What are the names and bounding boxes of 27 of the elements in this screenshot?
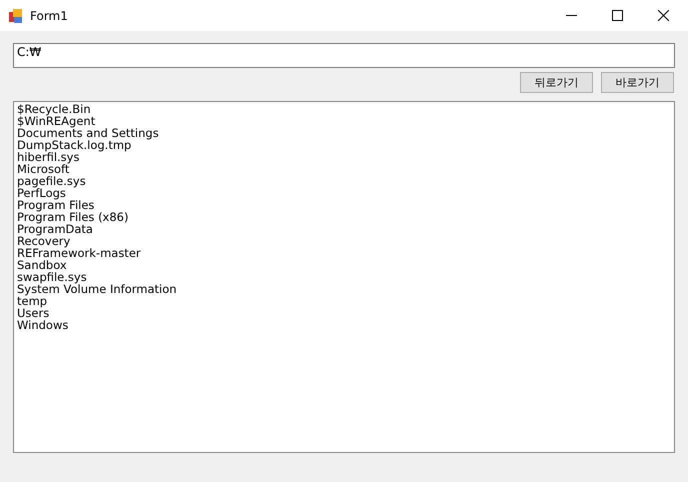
maximize-icon[interactable] <box>612 10 623 21</box>
window-title: Form1 <box>30 8 69 22</box>
path-field[interactable]: C:₩ <box>13 43 675 68</box>
list-item[interactable]: hiberfil.sys <box>17 151 80 163</box>
list-item[interactable]: Recovery <box>17 235 70 247</box>
list-item[interactable]: REFramework-master <box>17 247 141 259</box>
app-icon <box>9 8 23 22</box>
list-item[interactable]: DumpStack.log.tmp <box>17 139 132 151</box>
list-item[interactable]: temp <box>17 295 48 307</box>
list-item[interactable]: Documents and Settings <box>17 127 159 139</box>
list-item[interactable]: Program Files (x86) <box>17 211 128 223</box>
list-item[interactable]: PerfLogs <box>17 187 66 199</box>
list-item[interactable]: Windows <box>17 319 68 331</box>
list-item[interactable]: Microsoft <box>17 163 70 175</box>
list-item[interactable]: pagefile.sys <box>17 175 86 187</box>
nav-button[interactable]: 뒤로가기 <box>520 72 593 93</box>
list-item[interactable]: $Recycle.Bin <box>17 103 91 115</box>
list-item[interactable]: Sandbox <box>17 259 67 271</box>
list-item[interactable]: ProgramData <box>17 223 93 235</box>
close-icon[interactable] <box>658 10 669 21</box>
list-item[interactable]: Program Files <box>17 199 94 211</box>
list-item[interactable]: Users <box>17 307 50 319</box>
nav-button[interactable]: 바로가기 <box>601 72 674 93</box>
list-item[interactable]: swapfile.sys <box>17 271 87 283</box>
list-item[interactable]: System Volume Information <box>17 283 177 295</box>
file-list[interactable] <box>13 101 675 453</box>
list-item[interactable]: $WinREAgent <box>17 115 96 127</box>
